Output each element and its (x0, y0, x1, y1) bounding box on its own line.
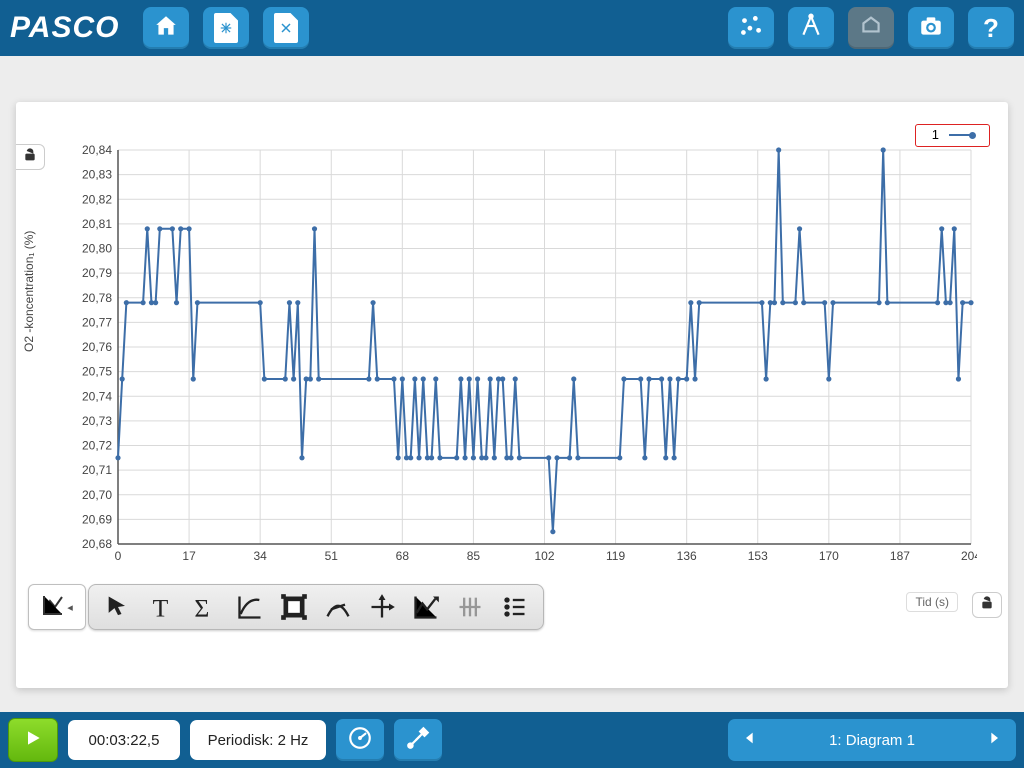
camera-button[interactable] (908, 7, 954, 49)
svg-text:Σ: Σ (194, 593, 209, 621)
page-label[interactable]: 1: Diagram 1 (772, 732, 972, 749)
new-page-button[interactable] (203, 7, 249, 49)
curve-fit-tool[interactable] (231, 589, 269, 625)
svg-text:204: 204 (961, 549, 977, 563)
scatter-view-button[interactable] (728, 7, 774, 49)
next-page-button[interactable] (972, 719, 1016, 761)
svg-text:119: 119 (606, 549, 625, 563)
coordinates-tool[interactable] (363, 589, 401, 625)
chevron-right-icon (986, 730, 1002, 751)
svg-text:20,78: 20,78 (82, 291, 112, 305)
svg-text:20,75: 20,75 (82, 365, 112, 379)
scatter-icon (738, 13, 764, 44)
svg-text:85: 85 (467, 549, 481, 563)
share-button[interactable] (848, 7, 894, 49)
record-button[interactable] (8, 718, 58, 762)
x-axis-lock-button[interactable] (972, 592, 1002, 618)
svg-text:187: 187 (890, 549, 910, 563)
svg-text:51: 51 (325, 549, 339, 563)
help-icon: ? (983, 13, 999, 44)
y-axis-label: O2 -koncentration₁ (%) (22, 231, 36, 352)
sensor-button[interactable] (336, 719, 384, 761)
unlock-icon (979, 595, 995, 616)
axis-options-tool[interactable] (451, 589, 489, 625)
camera-icon (918, 13, 944, 44)
svg-text:20,76: 20,76 (82, 340, 112, 354)
x-axis-label: Tid (s) (906, 592, 958, 612)
help-button[interactable]: ? (968, 7, 1014, 49)
svg-text:68: 68 (396, 549, 410, 563)
text-tool[interactable]: T (143, 589, 181, 625)
svg-text:20,72: 20,72 (82, 439, 112, 453)
logo: PASCO (10, 11, 129, 45)
svg-text:20,81: 20,81 (82, 217, 112, 231)
footer-bar: 00:03:22,5 Periodisk: 2 Hz 1: Diagram 1 (0, 712, 1024, 768)
svg-text:20,77: 20,77 (82, 315, 112, 329)
chevron-left-icon: ◂ (67, 601, 73, 614)
svg-text:20,69: 20,69 (82, 512, 112, 526)
properties-tool[interactable] (495, 589, 533, 625)
statistics-tool[interactable]: Σ (187, 589, 225, 625)
svg-text:136: 136 (677, 549, 697, 563)
page-selector: 1: Diagram 1 (728, 719, 1016, 761)
svg-text:20,83: 20,83 (82, 168, 112, 182)
sensor-icon (347, 725, 373, 756)
tools-icon (405, 725, 431, 756)
svg-text:20,71: 20,71 (82, 463, 112, 477)
svg-text:T: T (153, 593, 169, 621)
svg-text:20,79: 20,79 (82, 266, 112, 280)
pointer-tool[interactable] (99, 589, 137, 625)
unlock-icon (22, 147, 38, 168)
slope-tool[interactable] (319, 589, 357, 625)
home-icon (153, 13, 179, 44)
svg-text:20,80: 20,80 (82, 242, 112, 256)
svg-text:20,73: 20,73 (82, 414, 112, 428)
app-header: PASCO ? (0, 0, 1024, 56)
svg-text:20,68: 20,68 (82, 537, 112, 551)
chevron-left-icon (742, 730, 758, 751)
toolbar-tray: T Σ (88, 584, 544, 630)
graph-toolbar: ◂ T Σ (28, 584, 544, 630)
svg-text:34: 34 (253, 549, 267, 563)
prev-page-button[interactable] (728, 719, 772, 761)
svg-text:153: 153 (748, 549, 768, 563)
svg-text:20,84: 20,84 (82, 143, 112, 157)
sparkle-icon (214, 13, 238, 43)
elapsed-time-field[interactable]: 00:03:22,5 (68, 720, 180, 760)
auto-scale-tool[interactable] (407, 589, 445, 625)
legend-marker-icon (949, 134, 973, 136)
svg-text:17: 17 (182, 549, 196, 563)
line-chart-icon (41, 593, 65, 622)
play-icon (23, 728, 43, 753)
compass-button[interactable] (788, 7, 834, 49)
highlight-tool[interactable] (275, 589, 313, 625)
compass-icon (798, 13, 824, 44)
home-button[interactable] (143, 7, 189, 49)
svg-text:20,70: 20,70 (82, 488, 112, 502)
y-axis-lock-button[interactable] (16, 144, 45, 170)
svg-text:20,74: 20,74 (82, 389, 112, 403)
share-icon (858, 13, 884, 44)
svg-text:20,82: 20,82 (82, 192, 112, 206)
sampling-mode-field[interactable]: Periodisk: 2 Hz (190, 720, 326, 760)
toolbar-menu-button[interactable]: ◂ (28, 584, 86, 630)
chart-plot-area[interactable]: 20,68 20,69 20,70 20,71 20,72 20,73 20,74 20,75… (72, 140, 977, 570)
svg-text:102: 102 (534, 549, 554, 563)
stage: O2 -koncentration₁ (%) 1 20,6820,6920,70… (0, 56, 1024, 706)
chart-card: O2 -koncentration₁ (%) 1 20,6820,6920,70… (16, 102, 1008, 688)
close-page-icon (274, 13, 298, 43)
settings-button[interactable] (394, 719, 442, 761)
svg-text:170: 170 (819, 549, 839, 563)
svg-text:0: 0 (115, 549, 122, 563)
close-page-button[interactable] (263, 7, 309, 49)
